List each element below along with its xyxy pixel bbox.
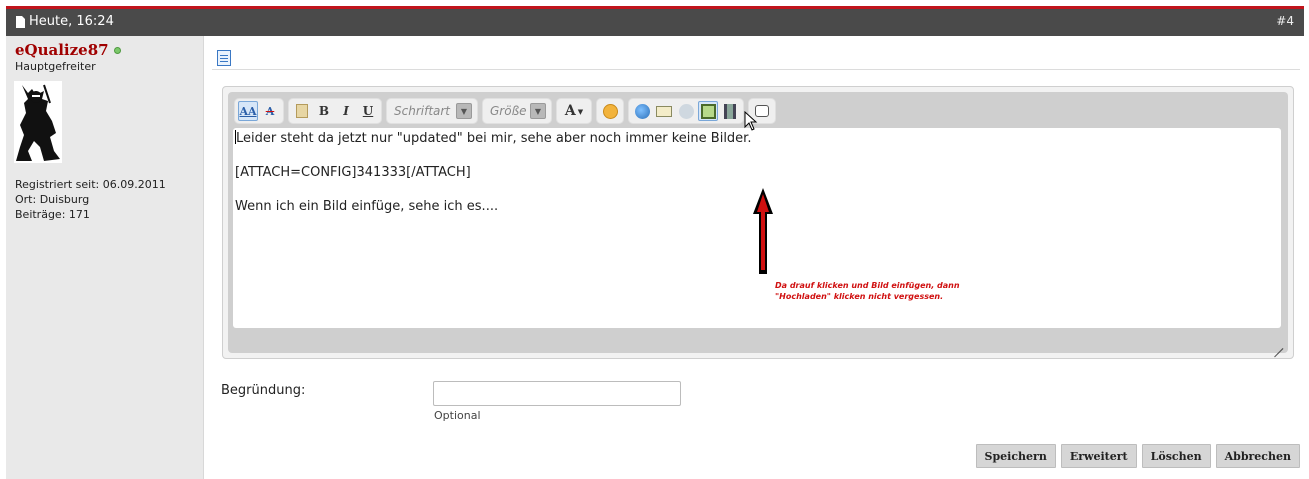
toolbar-group-text: B I U xyxy=(288,98,382,124)
text-color-button[interactable]: A ▼ xyxy=(560,101,588,121)
editor-inner: AA A B I U Schriftart ▼ Größe ▼ A ▼ Leid… xyxy=(228,92,1288,358)
resize-handle-icon[interactable] xyxy=(1271,337,1284,358)
document-icon xyxy=(16,15,25,28)
text-color-label: A xyxy=(564,103,576,119)
avatar[interactable] xyxy=(14,81,62,163)
post-date-text: Heute, 16:24 xyxy=(29,14,114,29)
font-family-select[interactable]: Schriftart ▼ xyxy=(390,101,474,121)
username[interactable]: eQualize87 xyxy=(15,41,121,59)
insert-email-icon[interactable] xyxy=(654,101,674,121)
user-registered: Registriert seit: 06.09.2011 xyxy=(15,178,166,191)
message-textarea[interactable]: Leider steht da jetzt nur "updated" bei … xyxy=(233,128,1281,328)
post-number-link[interactable]: #4 xyxy=(1276,14,1294,28)
toolbar-group-color: A ▼ xyxy=(556,98,592,124)
bold-button[interactable]: B xyxy=(314,101,334,121)
reason-input[interactable] xyxy=(433,381,681,406)
italic-button[interactable]: I xyxy=(336,101,356,121)
save-button[interactable]: Speichern xyxy=(975,444,1056,468)
unlink-icon[interactable] xyxy=(676,101,696,121)
user-location: Ort: Duisburg xyxy=(15,193,90,206)
annotation-line-2: "Hochladen" klicken nicht vergessen. xyxy=(775,292,944,301)
post-body: AA A B I U Schriftart ▼ Größe ▼ A ▼ Leid… xyxy=(204,36,1304,479)
toolbar-group-mode: AA A xyxy=(234,98,284,124)
toolbar-group-size: Größe ▼ xyxy=(482,98,552,124)
online-status-icon xyxy=(113,46,121,54)
chevron-down-icon[interactable]: ▼ xyxy=(530,103,546,119)
editor-container: AA A B I U Schriftart ▼ Größe ▼ A ▼ Leid… xyxy=(222,86,1294,359)
delete-button[interactable]: Löschen xyxy=(1141,444,1211,468)
reason-label: Begründung: xyxy=(221,383,306,398)
annotation-arrow-icon xyxy=(753,188,773,274)
remove-format-icon[interactable]: A xyxy=(260,101,280,121)
divider xyxy=(212,69,1300,70)
message-line-2: [ATTACH=CONFIG]341333[/ATTACH] xyxy=(235,165,471,180)
font-size-select[interactable]: Größe ▼ xyxy=(486,101,548,121)
advanced-button[interactable]: Erweitert xyxy=(1060,444,1137,468)
switch-editor-mode-icon[interactable]: AA xyxy=(238,101,258,121)
chevron-down-icon[interactable]: ▼ xyxy=(456,103,472,119)
user-post-count: Beiträge: 171 xyxy=(15,208,90,221)
mouse-cursor-icon xyxy=(744,111,758,131)
insert-link-icon[interactable] xyxy=(632,101,652,121)
post-header: Heute, 16:24 #4 xyxy=(6,6,1304,36)
user-rank: Hauptgefreiter xyxy=(15,60,96,73)
underline-button[interactable]: U xyxy=(358,101,378,121)
post-document-icon xyxy=(217,50,231,66)
toolbar-group-smilies xyxy=(596,98,624,124)
toolbar-group-font: Schriftart ▼ xyxy=(386,98,478,124)
font-size-value: Größe xyxy=(490,104,527,118)
message-line-1: Leider steht da jetzt nur "updated" bei … xyxy=(236,131,752,146)
insert-video-icon[interactable] xyxy=(720,101,740,121)
smiley-icon[interactable] xyxy=(600,101,620,121)
annotation-note: Da drauf klicken und Bild einfügen, dann… xyxy=(775,280,995,302)
annotation-line-1: Da drauf klicken und Bild einfügen, dann xyxy=(775,281,960,290)
font-family-value: Schriftart xyxy=(394,104,451,118)
action-buttons: Speichern Erweitert Löschen Abbrechen xyxy=(975,444,1300,468)
ninja-avatar-icon xyxy=(14,81,62,163)
user-panel: eQualize87 Hauptgefreiter Registriert se… xyxy=(6,36,204,479)
paste-icon[interactable] xyxy=(292,101,312,121)
username-text[interactable]: eQualize87 xyxy=(15,41,109,59)
reason-hint: Optional xyxy=(434,409,481,422)
editor-toolbar: AA A B I U Schriftart ▼ Größe ▼ A ▼ xyxy=(234,98,776,124)
user-info: Registriert seit: 06.09.2011 Ort: Duisbu… xyxy=(15,177,166,222)
insert-image-icon[interactable] xyxy=(698,101,718,121)
cancel-button[interactable]: Abbrechen xyxy=(1215,444,1300,468)
post-date: Heute, 16:24 xyxy=(16,14,114,29)
toolbar-group-insert xyxy=(628,98,744,124)
